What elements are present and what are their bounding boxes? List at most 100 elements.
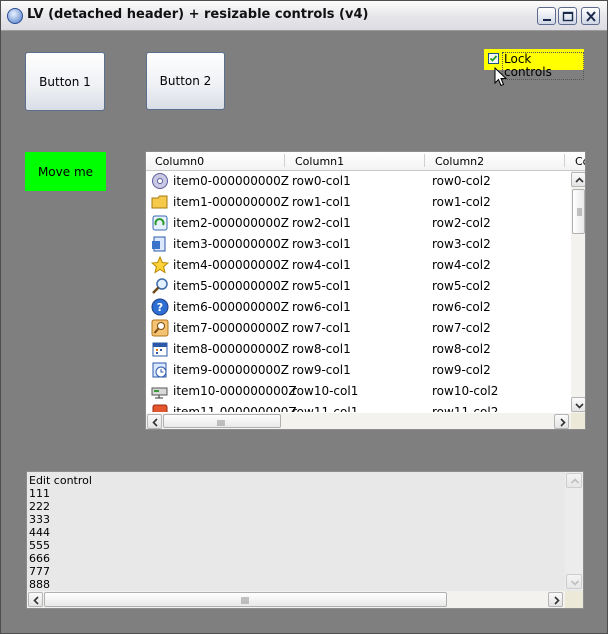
chevron-up-icon [570,478,580,484]
scrollbar-corner [571,413,585,429]
scroll-up-arrow[interactable] [566,473,582,488]
list-cell-column1: row6-col1 [292,300,351,314]
maximize-button[interactable] [558,7,577,25]
main-window: LV (detached header) + resizable control… [0,0,608,634]
list-cell-column0: item5-000000000Z [173,279,290,293]
horizontal-scroll-thumb[interactable] [163,414,281,428]
column-header-0[interactable]: Column0 [155,155,204,168]
list-cell-column0: item6-000000000Z [173,300,290,314]
minimize-icon [543,19,551,21]
list-cell-column1: row8-col1 [292,342,351,356]
list-cell-column1: row3-col1 [292,237,351,251]
list-cell-column1: row0-col1 [292,174,351,188]
list-row[interactable]: item3-000000000Z row3-col1 row3-col2 [146,234,571,255]
list-row[interactable]: item5-000000000Z row5-col1 row5-col2 [146,276,571,297]
list-cell-column0: item0-000000000Z [173,174,290,188]
chevron-up-icon [575,177,584,183]
list-cell-column1: row7-col1 [292,321,351,335]
button-2[interactable]: Button 2 [146,52,225,110]
grip-icon [217,420,225,426]
column-divider[interactable] [564,154,565,167]
list-cell-column2: row9-col2 [432,363,491,377]
list-view[interactable]: Column0 Column1 Column2 Co item0-0000000… [145,151,586,430]
chevron-down-icon [575,403,584,409]
window-title: LV (detached header) + resizable control… [27,7,369,22]
scroll-down-arrow[interactable] [571,397,585,412]
scroll-down-arrow[interactable] [566,574,582,589]
media-icon [152,404,168,412]
edit-vertical-scrollbar[interactable] [565,472,583,590]
grip-icon [577,208,582,216]
minimize-button[interactable] [537,7,556,25]
column-divider[interactable] [424,154,425,167]
list-horizontal-scrollbar[interactable] [146,413,571,429]
edit-horizontal-scrollbar[interactable] [27,591,565,608]
list-row[interactable]: item11-000000000Z row11-col1 row11-col2 [146,402,571,412]
list-cell-column1: row10-col1 [292,384,359,398]
list-cell-column2: row8-col2 [432,342,491,356]
chevron-left-icon [33,596,39,605]
scroll-right-arrow[interactable] [554,414,569,429]
list-vertical-scrollbar[interactable] [571,171,585,413]
chevron-left-icon [152,418,158,427]
calendar-icon [152,342,168,357]
list-cell-column0: item3-000000000Z [173,237,290,251]
recycle-icon [152,215,168,231]
edit-control-text[interactable]: Edit control 111 222 333 444 555 666 777… [29,474,92,591]
column-header-1[interactable]: Column1 [295,155,344,168]
vertical-scroll-thumb[interactable] [572,189,585,234]
scrollbar-corner [565,591,583,608]
list-row[interactable]: item1-000000000Z row1-col1 row1-col2 [146,192,571,213]
scroll-left-arrow[interactable] [28,592,43,607]
column-header-3[interactable]: Co [575,155,585,168]
list-row[interactable]: item0-000000000Z row0-col1 row0-col2 [146,171,571,192]
list-cell-column0: item9-000000000Z [173,363,290,377]
button-1[interactable]: Button 1 [25,52,105,111]
column-header-2[interactable]: Column2 [435,155,484,168]
list-cell-column2: row11-col2 [432,405,499,412]
scheduled-task-icon [152,362,167,378]
svg-text:?: ? [157,301,163,314]
list-row[interactable]: ? item6-000000000Z row6-col1 row6-col2 [146,297,571,318]
close-button[interactable] [581,7,600,25]
title-bar[interactable]: LV (detached header) + resizable control… [1,1,607,31]
list-cell-column1: row4-col1 [292,258,351,272]
move-me-box[interactable]: Move me [25,152,106,191]
horizontal-scroll-thumb[interactable] [44,592,447,607]
list-cell-column2: row10-col2 [432,384,499,398]
app-icon [7,8,23,24]
list-cell-column1: row5-col1 [292,279,351,293]
help-icon: ? [151,298,169,316]
scroll-left-arrow[interactable] [147,414,162,429]
lock-controls-checkbox[interactable] [488,53,499,64]
list-cell-column1: row1-col1 [292,195,351,209]
network-drive-icon [151,387,168,399]
column-divider[interactable] [284,154,285,167]
list-row[interactable]: item4-000000000Z row4-col1 row4-col2 [146,255,571,276]
star-icon [151,256,169,274]
list-row[interactable]: item7-000000000Z row7-col1 row7-col2 [146,318,571,339]
list-view-header: Column0 Column1 Column2 Co [146,152,585,171]
list-row[interactable]: item10-000000000Z row10-col1 row10-col2 [146,381,571,402]
list-cell-column2: row6-col2 [432,300,491,314]
list-cell-column0: item1-000000000Z [173,195,290,209]
list-row[interactable]: item2-000000000Z row2-col1 row2-col2 [146,213,571,234]
list-cell-column2: row3-col2 [432,237,491,251]
chevron-down-icon [570,580,580,586]
key-search-icon [151,319,169,337]
scroll-up-arrow[interactable] [571,172,585,187]
list-cell-column1: row9-col1 [292,363,351,377]
list-row[interactable]: item8-000000000Z row8-col1 row8-col2 [146,339,571,360]
list-cell-column2: row5-col2 [432,279,491,293]
list-cell-column0: item11-000000000Z [173,405,297,412]
list-cell-column2: row2-col2 [432,216,491,230]
lock-controls-label: Lock controls [502,52,584,80]
checkmark-icon [489,55,498,62]
scroll-right-arrow[interactable] [548,592,563,607]
list-row[interactable]: item9-000000000Z row9-col1 row9-col2 [146,360,571,381]
document-icon [152,236,166,252]
edit-control[interactable]: Edit control 111 222 333 444 555 666 777… [26,471,584,609]
list-cell-column1: row11-col1 [292,405,359,412]
grip-icon [241,597,249,604]
list-cell-column2: row1-col2 [432,195,491,209]
